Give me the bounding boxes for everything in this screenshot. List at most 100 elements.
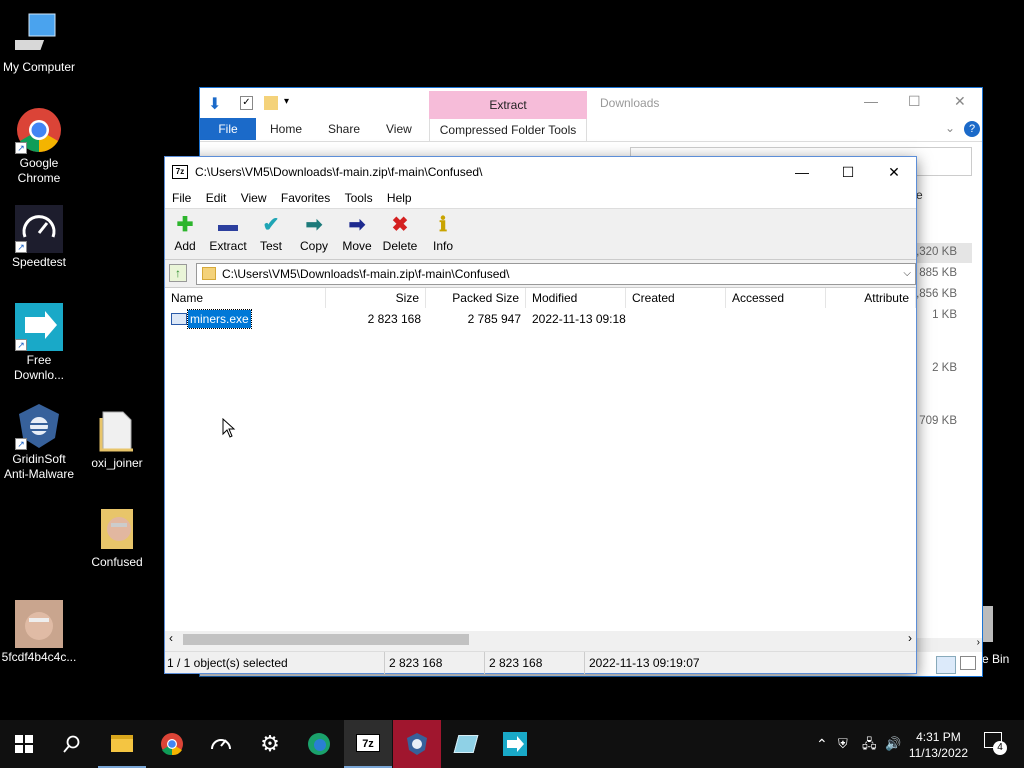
menu-help[interactable]: Help bbox=[387, 187, 412, 209]
desktop-icon-label: oxi_joiner bbox=[91, 456, 143, 470]
clock[interactable]: 4:31 PM 11/13/2022 bbox=[909, 729, 968, 761]
horizontal-scrollbar[interactable]: ‹ › bbox=[165, 631, 916, 648]
close-button[interactable]: ✕ bbox=[871, 157, 917, 187]
move-label: Move bbox=[342, 239, 372, 253]
file-name-selected[interactable]: miners.exe bbox=[187, 309, 252, 329]
column-name[interactable]: Name bbox=[165, 288, 326, 308]
download-manager-icon bbox=[503, 732, 527, 756]
scroll-left-icon[interactable]: ‹ bbox=[169, 631, 173, 645]
close-icon[interactable]: ✕ bbox=[954, 93, 966, 110]
help-icon[interactable]: ? bbox=[964, 121, 980, 137]
mouse-cursor-icon bbox=[222, 418, 236, 438]
status-size: 2 823 168 bbox=[387, 652, 485, 674]
taskbar-7zip[interactable]: 7z bbox=[344, 720, 392, 768]
file-list: Name Size Packed Size Modified Created A… bbox=[165, 287, 916, 633]
copy-button[interactable]: ➡ Copy bbox=[292, 212, 336, 254]
taskbar-edge[interactable] bbox=[295, 720, 343, 768]
maximize-button[interactable]: ☐ bbox=[825, 157, 871, 187]
column-accessed[interactable]: Accessed bbox=[726, 288, 826, 308]
scroll-right-icon[interactable]: › bbox=[908, 631, 912, 645]
scroll-right-icon[interactable]: › bbox=[977, 637, 980, 648]
desktop-icon-speedtest[interactable]: ↗ Speedtest bbox=[0, 205, 78, 270]
explorer-hscroll[interactable]: › bbox=[916, 637, 982, 652]
shortcut-arrow-icon: ↗ bbox=[15, 241, 27, 253]
tab-file[interactable]: File bbox=[200, 118, 256, 140]
recycle-bin-icon[interactable] bbox=[983, 606, 993, 642]
details-view-icon[interactable] bbox=[936, 656, 956, 674]
network-icon[interactable]: 🖧 bbox=[862, 720, 877, 768]
extract-button[interactable]: ▬ Extract bbox=[206, 212, 250, 254]
search-button[interactable] bbox=[48, 720, 96, 768]
taskbar-app-blue[interactable] bbox=[442, 720, 490, 768]
file-explorer-icon bbox=[111, 734, 133, 752]
exe-file-icon bbox=[171, 313, 187, 325]
taskbar-chrome[interactable] bbox=[148, 720, 196, 768]
minimize-icon[interactable]: — bbox=[864, 93, 878, 109]
start-button[interactable] bbox=[0, 720, 48, 768]
maximize-icon[interactable]: ☐ bbox=[908, 93, 921, 110]
large-icons-view-icon[interactable] bbox=[960, 656, 976, 670]
extract-context-tab[interactable]: Extract bbox=[429, 91, 587, 119]
table-row[interactable]: miners.exe 2 823 168 2 785 947 2022-11-1… bbox=[165, 309, 916, 329]
column-attributes[interactable]: Attribute bbox=[826, 288, 916, 308]
desktop-icon-my-computer[interactable]: My Computer bbox=[0, 10, 78, 75]
show-hidden-icons-chevron-icon[interactable]: ⌃ bbox=[816, 720, 828, 768]
info-button[interactable]: ℹ Info bbox=[421, 212, 465, 254]
ribbon-expand-icon[interactable]: ⌄ bbox=[945, 121, 955, 135]
menu-edit[interactable]: Edit bbox=[206, 187, 227, 209]
menu-tools[interactable]: Tools bbox=[345, 187, 373, 209]
volume-icon[interactable]: 🔊 bbox=[885, 720, 901, 768]
column-created[interactable]: Created bbox=[626, 288, 726, 308]
test-icon: ✔ bbox=[262, 214, 280, 236]
scroll-thumb[interactable] bbox=[183, 634, 469, 645]
add-label: Add bbox=[174, 239, 196, 253]
minimize-button[interactable]: — bbox=[779, 157, 825, 187]
desktop-icon-confused[interactable]: Confused bbox=[78, 505, 156, 570]
menu-favorites[interactable]: Favorites bbox=[281, 187, 330, 209]
taskbar-gridinsoft[interactable] bbox=[393, 720, 441, 768]
desktop: My Computer ↗ Google Chrome ↗ Speedtest … bbox=[0, 0, 1024, 720]
quick-access-dropdown-icon[interactable]: ▾ bbox=[284, 96, 289, 107]
notification-center-button[interactable]: 4 bbox=[984, 732, 1008, 756]
desktop-icon-oxi-joiner[interactable]: oxi_joiner bbox=[78, 406, 156, 471]
properties-icon[interactable]: ✓ bbox=[240, 96, 253, 110]
file-modified: 2022-11-13 09:18 bbox=[532, 312, 626, 326]
test-button[interactable]: ✔ Test bbox=[249, 212, 293, 254]
security-tray-icon[interactable]: ⛨ bbox=[838, 720, 848, 768]
folder-icon bbox=[93, 406, 141, 454]
taskbar-speedtest[interactable] bbox=[197, 720, 245, 768]
speedtest-icon bbox=[211, 739, 231, 750]
image-thumbnail-icon bbox=[15, 600, 63, 648]
desktop-icon-label: Google Chrome bbox=[17, 156, 61, 185]
new-folder-icon[interactable] bbox=[264, 96, 278, 110]
desktop-icon-chrome[interactable]: ↗ Google Chrome bbox=[0, 106, 78, 186]
shortcut-arrow-icon: ↗ bbox=[15, 142, 27, 154]
folder-up-icon[interactable]: ↑ bbox=[169, 264, 187, 282]
column-modified[interactable]: Modified bbox=[526, 288, 626, 308]
status-bar: 1 / 1 object(s) selected 2 823 168 2 823… bbox=[165, 651, 916, 674]
address-input[interactable]: C:\Users\VM5\Downloads\f-main.zip\f-main… bbox=[196, 263, 916, 285]
chevron-down-icon[interactable]: ⌵ bbox=[903, 264, 911, 284]
tab-home[interactable]: Home bbox=[270, 122, 302, 136]
move-button[interactable]: ➡ Move bbox=[335, 212, 379, 254]
column-packed-size[interactable]: Packed Size bbox=[426, 288, 526, 308]
copy-icon: ➡ bbox=[305, 214, 323, 236]
desktop-icon-free-download-manager[interactable]: ↗ Free Downlo... bbox=[0, 303, 78, 383]
delete-button[interactable]: ✖ Delete bbox=[378, 212, 422, 254]
taskbar-settings[interactable]: ⚙ bbox=[246, 720, 294, 768]
desktop-icon-gridinsoft[interactable]: ↗ GridinSoft Anti-Malware bbox=[0, 402, 78, 482]
menu-file[interactable]: File bbox=[172, 187, 191, 209]
explorer-ribbon-tabs: File Home Share View ⌄ ? bbox=[200, 118, 982, 142]
tab-view[interactable]: View bbox=[386, 122, 412, 136]
taskbar-file-explorer[interactable] bbox=[98, 720, 146, 768]
tab-compressed-folder-tools[interactable]: Compressed Folder Tools bbox=[429, 119, 587, 141]
desktop-icon-image-file[interactable]: 5fcdf4b4c4c... bbox=[0, 600, 78, 665]
quick-access-download-icon[interactable]: ⬇ bbox=[208, 94, 221, 114]
tab-share[interactable]: Share bbox=[328, 122, 360, 136]
taskbar-free-download-manager[interactable] bbox=[491, 720, 539, 768]
column-size[interactable]: Size bbox=[326, 288, 426, 308]
sevenzip-window: 7z C:\Users\VM5\Downloads\f-main.zip\f-m… bbox=[164, 156, 917, 674]
menu-view[interactable]: View bbox=[241, 187, 267, 209]
add-button[interactable]: ✚ Add bbox=[163, 212, 207, 254]
test-label: Test bbox=[259, 239, 282, 253]
